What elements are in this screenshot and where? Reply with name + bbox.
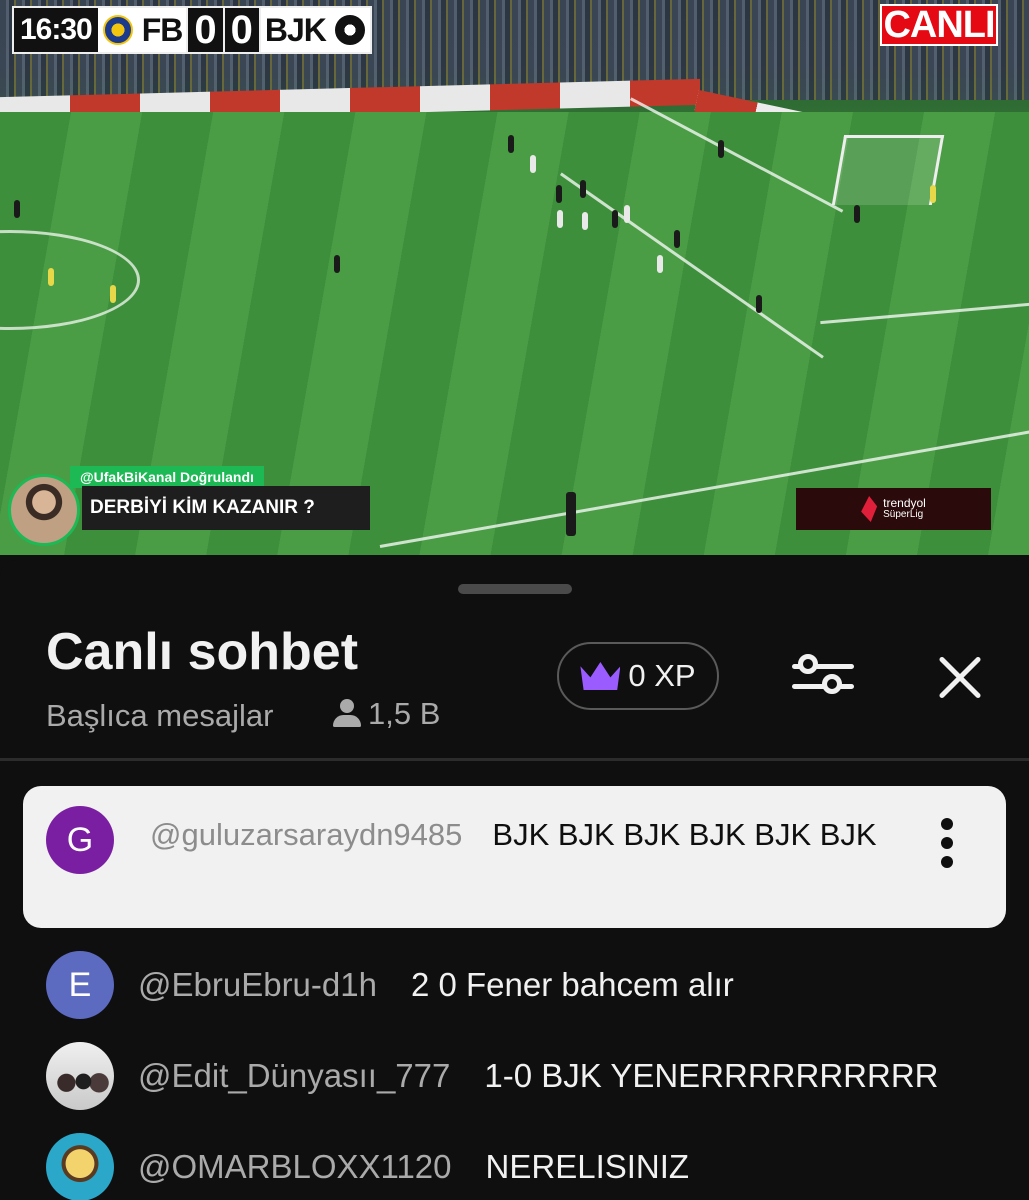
player [854, 205, 860, 223]
player [657, 255, 663, 273]
live-chat-panel: Canlı sohbet Başlıca mesajlar 1,5 B 0 XP… [0, 560, 1029, 1200]
chat-message[interactable]: @OMARBLOXX1120 NERELISINIZ [46, 1132, 689, 1200]
goal-net [831, 135, 945, 205]
league-name: SüperLig [883, 509, 924, 520]
match-clock: 16:30 [14, 8, 98, 52]
player [756, 295, 762, 313]
player [612, 210, 618, 228]
message-text: NERELISINIZ [485, 1148, 690, 1185]
xp-button[interactable]: 0 XP [557, 642, 719, 710]
message-text: 1-0 BJK YENERRRRRRRRRR [484, 1057, 939, 1094]
player [556, 185, 562, 203]
chat-message[interactable]: @Edit_Dünyasıı_777 1-0 BJK YENERRRRRRRRR… [46, 1041, 939, 1111]
person-icon [332, 699, 362, 729]
scoreboard: 16:30 FB 0 0 BJK [12, 6, 372, 54]
close-icon[interactable] [938, 656, 982, 700]
chat-mode-selector[interactable]: Başlıca mesajlar [46, 698, 273, 734]
chat-message[interactable]: E @EbruEbru-d1h 2 0 Fener bahcem alır [46, 950, 734, 1020]
trendyol-logo-icon [861, 496, 878, 522]
referee [566, 492, 576, 536]
streamer-verified-tag: @UfakBiKanal Doğrulandı [70, 466, 264, 488]
message-text: 2 0 Fener bahcem alır [410, 966, 734, 1003]
message-author[interactable]: @EbruEbru-d1h [138, 966, 377, 1004]
avatar[interactable] [46, 1042, 114, 1110]
player [624, 205, 630, 223]
drag-handle[interactable] [458, 584, 572, 594]
crown-icon [580, 662, 621, 690]
divider [0, 758, 1029, 761]
message-author[interactable]: @guluzarsaraydn9485 [150, 817, 462, 852]
player [110, 285, 116, 303]
chat-title: Canlı sohbet [46, 623, 359, 681]
streamer-avatar [8, 474, 80, 546]
player [718, 140, 724, 158]
message-author[interactable]: @Edit_Dünyasıı_777 [138, 1057, 450, 1095]
sliders-icon[interactable] [792, 650, 854, 702]
player [14, 200, 20, 218]
live-badge: CANLI [880, 4, 998, 46]
player [530, 155, 536, 173]
away-score: 0 [224, 8, 261, 52]
fenerbahce-crest-icon [97, 8, 138, 52]
pinned-message-body: @guluzarsaraydn9485 BJK BJK BJK BJK BJK B… [150, 814, 890, 856]
avatar[interactable]: E [46, 951, 114, 1019]
away-team: BJK [260, 8, 330, 52]
xp-label: 0 XP [628, 658, 696, 693]
player [508, 135, 514, 153]
avatar[interactable]: G [46, 806, 114, 874]
viewer-count-label: 1,5 B [368, 696, 441, 731]
besiktas-crest-icon [329, 8, 370, 52]
player [674, 230, 680, 248]
home-score: 0 [186, 8, 225, 52]
player [582, 212, 588, 230]
player [557, 210, 563, 228]
pinned-message[interactable]: G @guluzarsaraydn9485 BJK BJK BJK BJK BJK… [23, 786, 1006, 928]
goalkeeper [930, 185, 936, 203]
avatar[interactable] [46, 1133, 114, 1200]
player [580, 180, 586, 198]
video-player[interactable]: 16:30 FB 0 0 BJK CANLI @UfakBiKanal Doğr… [0, 0, 1029, 555]
league-brand: trendyol [883, 496, 926, 510]
message-author[interactable]: @OMARBLOXX1120 [138, 1148, 452, 1186]
league-logo: trendyol SüperLig [796, 488, 991, 530]
message-text: BJK BJK BJK BJK BJK BJK [492, 817, 877, 852]
player [334, 255, 340, 273]
poll-question: DERBİYİ KİM KAZANIR ? [82, 486, 370, 530]
kebab-menu-icon[interactable] [939, 818, 955, 868]
player [48, 268, 54, 286]
viewer-count: 1,5 B [332, 696, 440, 732]
home-team: FB [137, 8, 187, 52]
